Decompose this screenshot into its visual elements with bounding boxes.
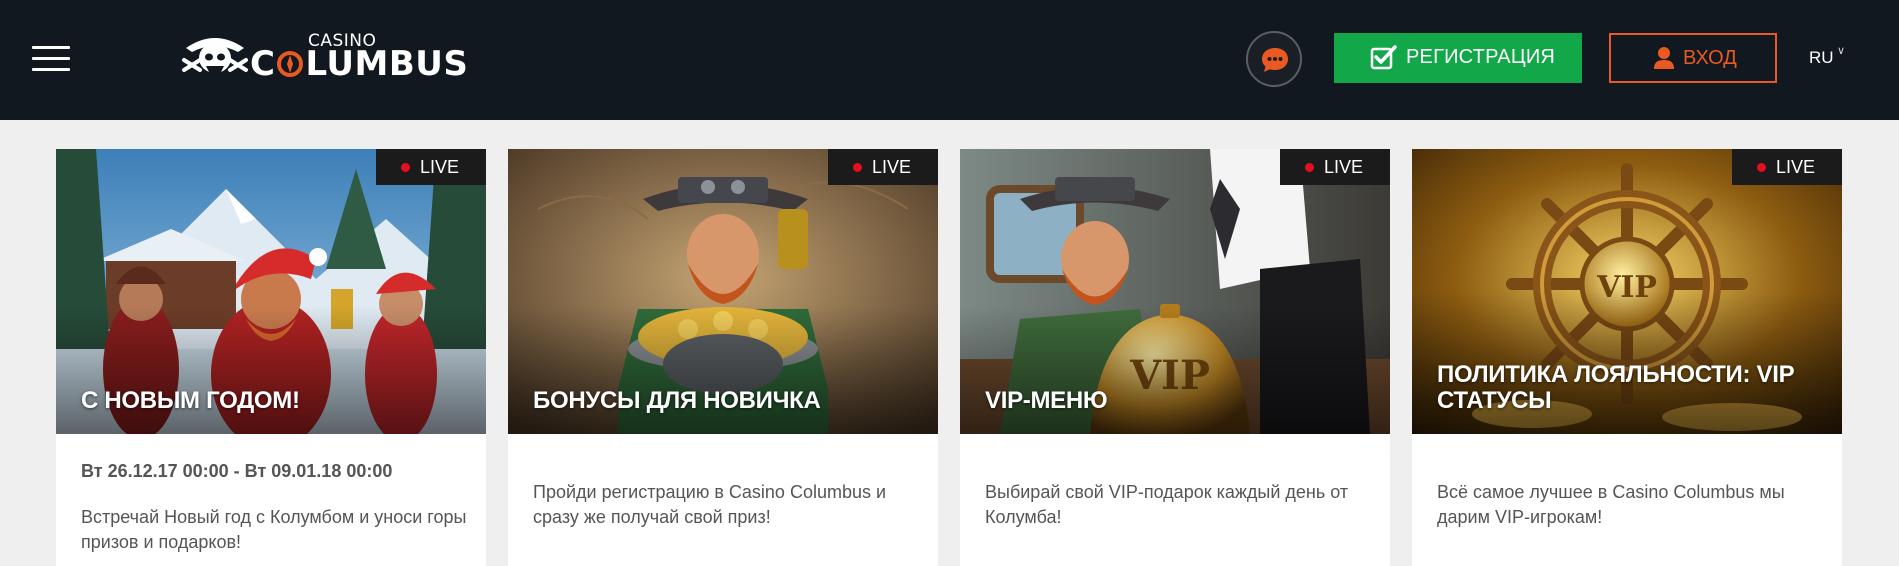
live-badge: LIVE bbox=[828, 149, 938, 185]
card-description: Всё самое лучшее в Casino Columbus мы да… bbox=[1437, 482, 1785, 527]
live-label: LIVE bbox=[1776, 157, 1816, 177]
chat-button[interactable] bbox=[1246, 31, 1302, 87]
promo-image-new-year: LIVE С НОВЫМ ГОДОМ! bbox=[56, 149, 486, 434]
register-label: РЕГИСТРАЦИЯ bbox=[1406, 46, 1556, 68]
register-button[interactable]: РЕГИСТРАЦИЯ bbox=[1334, 33, 1582, 83]
live-badge: LIVE bbox=[376, 149, 486, 185]
menu-bar bbox=[32, 46, 70, 49]
top-header: CASINO C LUMBUS РЕГИСТРАЦИЯ ВХОД RU ∨ bbox=[0, 0, 1899, 120]
promo-card-loyalty[interactable]: VIP LIVE ПОЛИТИКА ЛОЯЛЬНОСТИ: VIP СТАТУС… bbox=[1412, 149, 1842, 566]
menu-bar bbox=[32, 57, 70, 60]
card-description: Пройди регистрацию в Casino Columbus и с… bbox=[533, 482, 887, 527]
live-dot-icon bbox=[401, 163, 410, 172]
live-badge: LIVE bbox=[1732, 149, 1842, 185]
promo-card-new-year[interactable]: LIVE С НОВЫМ ГОДОМ! Вт 26.12.17 00:00 - … bbox=[56, 149, 486, 566]
pirate-skull-logo-icon bbox=[182, 38, 248, 74]
card-title: VIP-МЕНЮ bbox=[985, 387, 1108, 414]
chat-bubble-icon bbox=[1262, 48, 1288, 72]
card-description: Встречай Новый год с Колумбом и уноси го… bbox=[81, 507, 467, 552]
live-badge: LIVE bbox=[1280, 149, 1390, 185]
checkbox-check-icon bbox=[1370, 45, 1397, 70]
live-label: LIVE bbox=[872, 157, 912, 177]
card-description: Выбирай свой VIP-подарок каждый день от … bbox=[985, 482, 1349, 527]
login-button[interactable]: ВХОД bbox=[1609, 33, 1777, 83]
logo-word-rest: LUMBUS bbox=[305, 44, 469, 84]
menu-bar bbox=[32, 68, 70, 71]
language-label: RU bbox=[1809, 48, 1834, 67]
live-dot-icon bbox=[1757, 163, 1766, 172]
user-icon bbox=[1654, 47, 1674, 69]
promo-image-loyalty: VIP LIVE ПОЛИТИКА ЛОЯЛЬНОСТИ: VIP СТАТУС… bbox=[1412, 149, 1842, 434]
card-title: С НОВЫМ ГОДОМ! bbox=[81, 387, 300, 414]
chevron-down-icon: ∨ bbox=[1837, 45, 1846, 57]
card-title: БОНУСЫ ДЛЯ НОВИЧКА bbox=[533, 387, 821, 414]
site-logo[interactable]: CASINO C LUMBUS bbox=[180, 28, 468, 84]
promo-image-newbie-bonus: LIVE БОНУСЫ ДЛЯ НОВИЧКА bbox=[508, 149, 938, 434]
logo-wordmark: C LUMBUS bbox=[250, 44, 468, 84]
live-dot-icon bbox=[1305, 163, 1314, 172]
logo-letter-c: C bbox=[250, 44, 276, 84]
live-label: LIVE bbox=[1324, 157, 1364, 177]
promo-image-vip-menu: VIP LIVE VIP-МЕНЮ bbox=[960, 149, 1390, 434]
live-label: LIVE bbox=[420, 157, 460, 177]
promo-card-newbie-bonus[interactable]: LIVE БОНУСЫ ДЛЯ НОВИЧКА Пройди регистрац… bbox=[508, 149, 938, 566]
menu-icon[interactable] bbox=[32, 46, 70, 72]
language-selector[interactable]: RU ∨ bbox=[1809, 45, 1845, 68]
compass-o-icon bbox=[277, 51, 304, 77]
card-title: ПОЛИТИКА ЛОЯЛЬНОСТИ: VIP СТАТУСЫ bbox=[1437, 361, 1794, 414]
live-dot-icon bbox=[853, 163, 862, 172]
promo-card-vip-menu[interactable]: VIP LIVE VIP-МЕНЮ Выбирай свой VIP-подар… bbox=[960, 149, 1390, 566]
card-date: Вт 26.12.17 00:00 - Вт 09.01.18 00:00 bbox=[81, 461, 393, 481]
login-label: ВХОД bbox=[1683, 47, 1737, 69]
